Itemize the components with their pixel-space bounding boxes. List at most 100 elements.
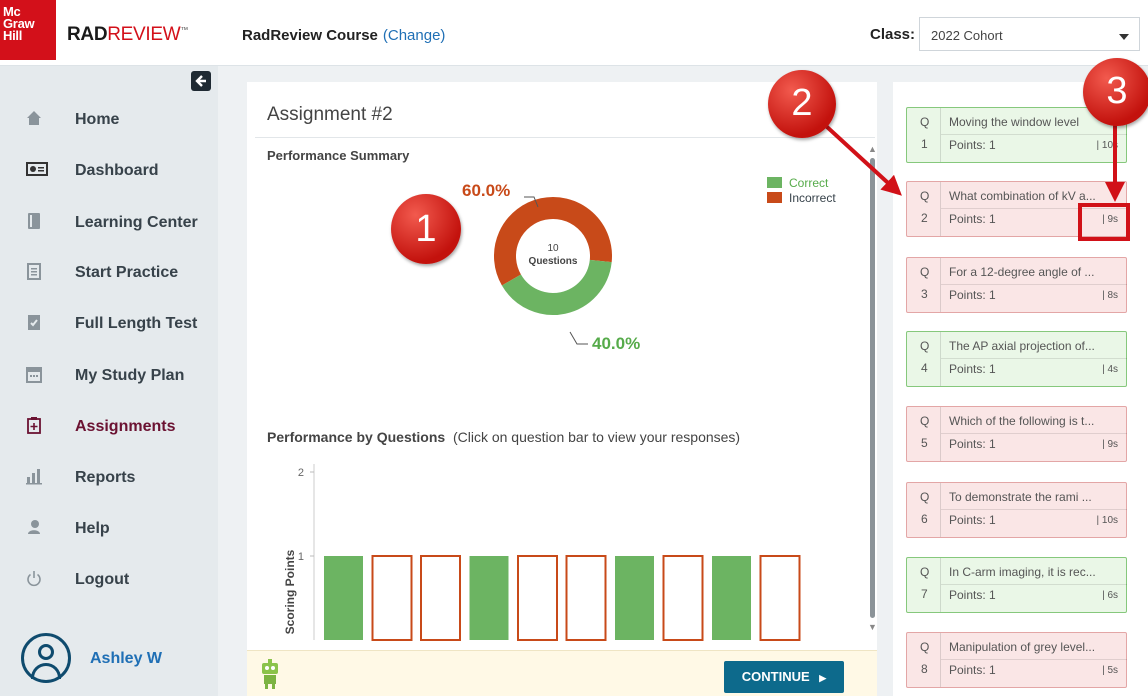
sidebar: Home Dashboard Learning Center Start Pra… — [0, 66, 218, 696]
dashboard-icon — [26, 162, 48, 176]
question-number-col: Q7 — [907, 558, 941, 612]
legend-swatch — [767, 177, 782, 188]
question-card[interactable]: Q5 Which of the following is t... Points… — [906, 406, 1127, 462]
question-text: What combination of kV a... — [949, 189, 1096, 203]
question-bar-2[interactable] — [371, 555, 413, 641]
question-bar-5[interactable] — [517, 555, 558, 641]
question-time: | 8s — [1102, 290, 1118, 301]
question-number-col: Q3 — [907, 258, 941, 312]
question-number: 8 — [921, 662, 928, 676]
chevron-down-icon — [1119, 34, 1129, 40]
legend-correct: Correct — [767, 176, 828, 190]
sidebar-item-home[interactable]: Home — [0, 99, 218, 139]
question-bar-4[interactable] — [469, 556, 509, 640]
avatar-body — [31, 663, 61, 679]
question-bar-10[interactable] — [759, 555, 801, 641]
radreview-brand[interactable]: RADREVIEW™ — [67, 24, 188, 46]
question-bar-3[interactable] — [420, 555, 461, 641]
question-bar-9[interactable] — [712, 556, 751, 640]
question-number: 6 — [921, 512, 928, 526]
sidebar-item-learning-center[interactable]: Learning Center — [0, 202, 218, 242]
sidebar-item-label: Logout — [75, 571, 130, 588]
legend-swatch — [767, 192, 782, 203]
question-text: To demonstrate the rami ... — [949, 490, 1092, 504]
scrollbar[interactable]: ▲ ▼ — [867, 144, 877, 634]
question-time: | 10s — [1096, 140, 1119, 151]
question-text: In C-arm imaging, it is rec... — [949, 565, 1096, 579]
question-card[interactable]: Q8 Manipulation of grey level... Points:… — [906, 632, 1127, 688]
user-profile[interactable]: Ashley W — [0, 626, 218, 696]
y-tick-label: 2 — [298, 467, 304, 479]
clipboard-icon — [27, 263, 41, 280]
sidebar-item-label: Home — [75, 111, 120, 128]
question-bar-1[interactable] — [324, 556, 363, 640]
question-points: Points: 1 — [949, 138, 996, 152]
question-card[interactable]: Q7 In C-arm imaging, it is rec... Points… — [906, 557, 1127, 613]
scroll-up-icon[interactable]: ▲ — [868, 144, 877, 154]
question-points: Points: 1 — [949, 513, 996, 527]
sidebar-item-label: Full Length Test — [75, 315, 198, 332]
course-title: RadReview Course (Change) — [242, 27, 445, 44]
top-header: Mc Graw Hill RADREVIEW™ RadReview Course… — [0, 0, 1148, 66]
class-select[interactable]: 2022 Cohort — [919, 17, 1140, 51]
question-bar-8[interactable] — [662, 555, 704, 641]
question-number-col: Q6 — [907, 483, 941, 537]
perf-q-title: Performance by Questions — [267, 429, 446, 445]
question-card[interactable]: Q3 For a 12-degree angle of ... Points: … — [906, 257, 1127, 313]
question-card[interactable]: Q6 To demonstrate the rami ... Points: 1… — [906, 482, 1127, 538]
sidebar-item-label: Learning Center — [75, 214, 198, 231]
question-time: | 4s — [1102, 364, 1118, 375]
power-icon — [27, 571, 41, 587]
assignment-panel: Assignment #2 Performance Summary 10 Que… — [247, 82, 877, 696]
question-number-col: Q8 — [907, 633, 941, 687]
user-name[interactable]: Ashley W — [90, 650, 162, 668]
question-number: 3 — [921, 287, 928, 301]
highlight-box — [1078, 203, 1130, 241]
legend-label: Incorrect — [789, 191, 836, 205]
question-points: Points: 1 — [949, 362, 996, 376]
question-time: | 9s — [1102, 439, 1118, 450]
scroll-thumb[interactable] — [870, 158, 875, 618]
footer-bar: CONTINUE ▶ — [247, 650, 877, 696]
question-points: Points: 1 — [949, 437, 996, 451]
sidebar-item-assignments[interactable]: Assignments — [0, 406, 218, 446]
question-bar-6[interactable] — [565, 555, 607, 641]
question-card[interactable]: Q4 The AP axial projection of... Points:… — [906, 331, 1127, 387]
bar-chart-icon — [26, 469, 42, 485]
divider — [941, 134, 1127, 135]
avatar-head — [38, 644, 54, 660]
question-q: Q — [920, 565, 930, 579]
divider — [941, 433, 1127, 434]
mcgraw-hill-logo[interactable]: Mc Graw Hill — [0, 0, 56, 60]
question-number-col: Q5 — [907, 407, 941, 461]
sidebar-item-start-practice[interactable]: Start Practice — [0, 252, 218, 292]
question-q: Q — [920, 339, 930, 353]
legend-label: Correct — [789, 176, 829, 190]
leader-line-correct — [569, 331, 588, 345]
continue-button[interactable]: CONTINUE ▶ — [724, 661, 844, 693]
question-q: Q — [920, 265, 930, 279]
logo-line: Hill — [3, 28, 23, 43]
class-selected-value: 2022 Cohort — [931, 28, 1003, 43]
class-label: Class: — [870, 26, 916, 43]
sidebar-item-help[interactable]: Help — [0, 508, 218, 548]
question-list: Q1 Moving the window level Points: 1 | 1… — [893, 82, 1148, 696]
question-time: | 10s — [1096, 515, 1119, 526]
sidebar-item-full-length-test[interactable]: Full Length Test — [0, 303, 218, 343]
sidebar-item-my-study-plan[interactable]: My Study Plan — [0, 355, 218, 395]
brand-bold: RAD — [67, 24, 108, 45]
annotation-marker-3: 3 — [1083, 58, 1148, 126]
avatar[interactable] — [21, 633, 71, 683]
scroll-down-icon[interactable]: ▼ — [868, 622, 877, 632]
divider — [941, 659, 1127, 660]
collapse-sidebar-button[interactable] — [191, 71, 211, 91]
divider — [941, 284, 1127, 285]
question-q: Q — [920, 115, 930, 129]
sidebar-item-dashboard[interactable]: Dashboard — [0, 150, 218, 190]
question-bar-7[interactable] — [615, 556, 654, 640]
change-course-link[interactable]: (Change) — [383, 27, 446, 44]
question-number-col: Q2 — [907, 182, 941, 236]
sidebar-item-reports[interactable]: Reports — [0, 457, 218, 497]
sidebar-item-label: My Study Plan — [75, 367, 185, 384]
sidebar-item-logout[interactable]: Logout — [0, 559, 218, 599]
